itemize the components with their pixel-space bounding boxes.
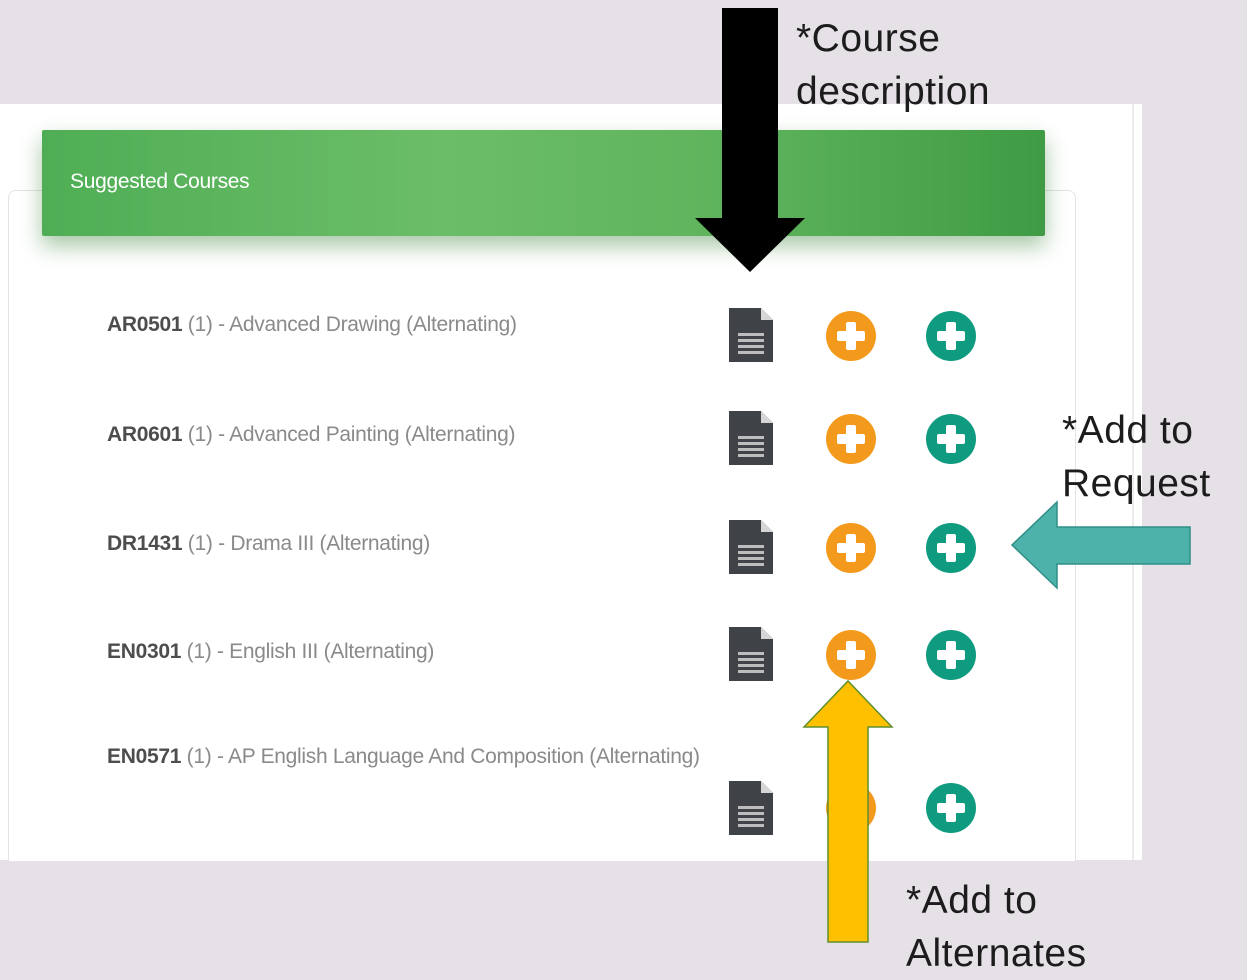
course-description-arrow — [695, 8, 805, 272]
add-to-alternates-annotation: *Add to Alternates — [906, 874, 1087, 980]
annotation-line: Request — [1062, 462, 1211, 505]
annotation-line: *Add to — [906, 879, 1038, 922]
add-to-request-annotation: *Add to Request — [1062, 404, 1211, 510]
annotation-overlay — [695, 8, 1191, 943]
annotation-line: *Course — [796, 17, 941, 60]
annotation-line: description — [796, 70, 991, 113]
course-description-annotation: *Course description — [796, 12, 990, 118]
annotation-line: *Add to — [1062, 409, 1194, 452]
add-to-alternates-arrow — [802, 679, 894, 943]
annotation-line: Alternates — [906, 932, 1087, 975]
add-to-request-arrow — [1010, 500, 1191, 590]
